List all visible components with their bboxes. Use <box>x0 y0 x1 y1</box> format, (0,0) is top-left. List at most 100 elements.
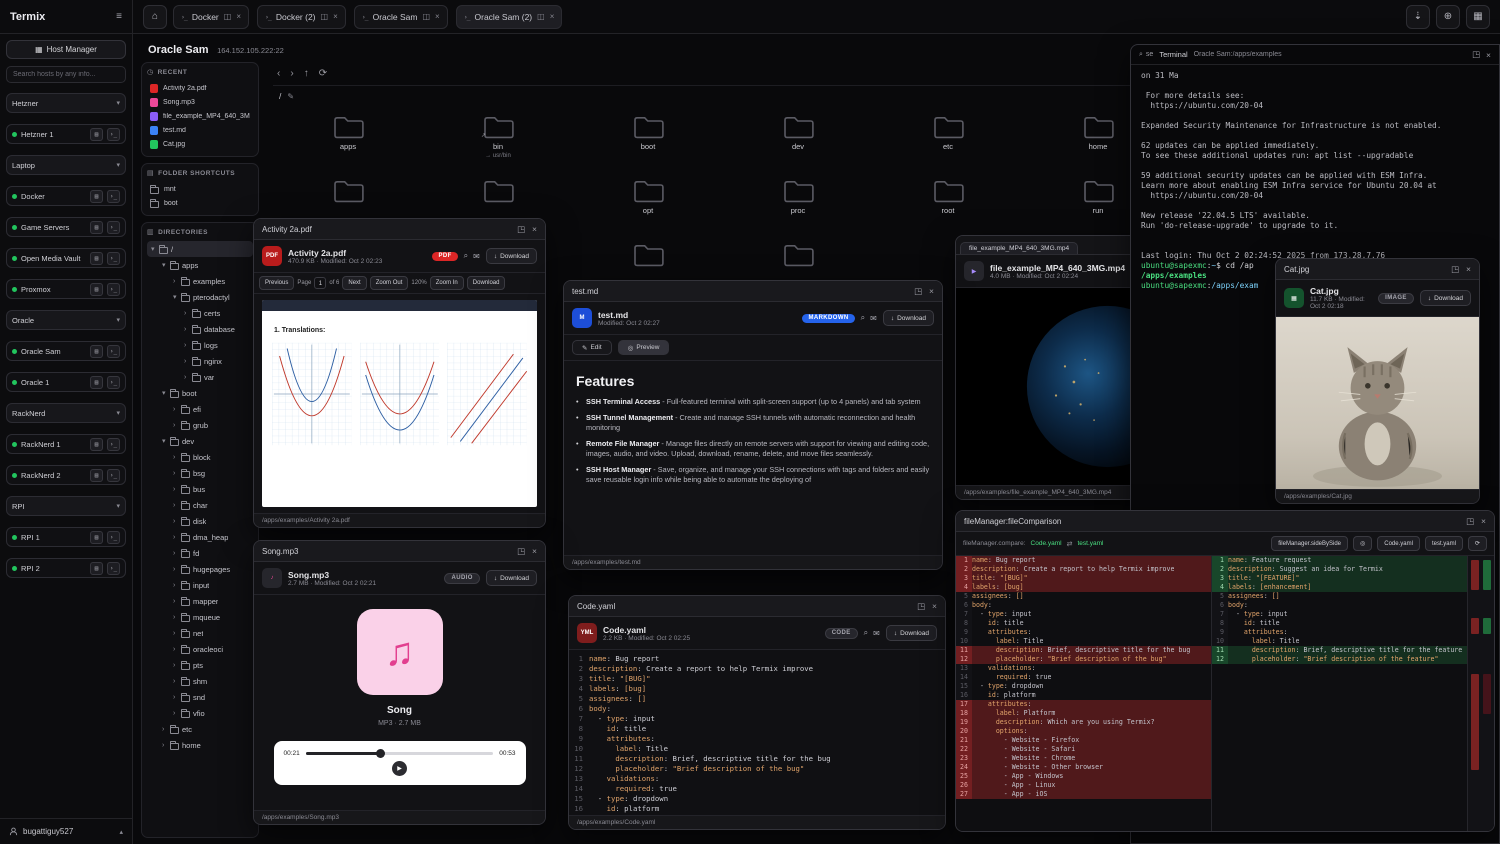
terminal-search[interactable]: ⌕ se <box>1139 51 1153 59</box>
play-button[interactable]: ▶ <box>392 761 407 776</box>
tree-item[interactable]: database <box>147 321 253 337</box>
updates-button[interactable]: ⇣ <box>1406 5 1430 29</box>
file-grid-item[interactable]: ↗ opt <box>573 174 723 238</box>
tree-item[interactable]: char <box>147 497 253 513</box>
next-page-button[interactable]: Next <box>342 276 366 290</box>
preview-tab[interactable]: ◎Preview <box>618 340 670 355</box>
host-connect-button[interactable]: ▤ <box>90 376 103 389</box>
sidebar-item[interactable]: Oracle ▾ ▤ ›_ <box>6 310 126 330</box>
tree-item[interactable]: nginx <box>147 353 253 369</box>
tree-item[interactable]: bsg <box>147 465 253 481</box>
sidebar-item[interactable]: Game Servers ▾ ▤ ›_ <box>6 217 126 237</box>
preview-icon[interactable]: ✉ <box>473 252 480 261</box>
close-icon[interactable]: × <box>1466 264 1471 274</box>
diff-editor[interactable]: 1name: Bug report 2description: Create a… <box>956 556 1494 831</box>
recent-file[interactable]: Cat.jpg <box>147 137 253 151</box>
tree-item[interactable]: logs <box>147 337 253 353</box>
share-icon[interactable]: ✉ <box>870 314 877 323</box>
recent-file[interactable]: test.md <box>147 123 253 137</box>
host-terminal-button[interactable]: ›_ <box>107 128 120 141</box>
file-grid-item[interactable]: ↗ root <box>873 174 1023 238</box>
close-icon[interactable]: × <box>929 286 934 296</box>
user-menu[interactable]: bugattiguy527 ▴ <box>0 818 132 844</box>
diff-right-pane[interactable]: 1name: Feature request 2description: Sug… <box>1212 556 1468 831</box>
recent-file[interactable]: Activity 2a.pdf <box>147 81 253 95</box>
sidebar-item[interactable]: Oracle 1 ▾ ▤ ›_ <box>6 372 126 392</box>
search-icon[interactable]: ⌕ <box>864 628 868 638</box>
sidebar-item[interactable]: RackNerd ▾ ▤ ›_ <box>6 403 126 423</box>
expand-icon[interactable]: ◳ <box>517 546 525 557</box>
markdown-preview[interactable]: Features SSH Terminal Access - Full-feat… <box>564 361 942 555</box>
split-icon[interactable]: ◫ <box>321 12 329 21</box>
tree-item[interactable]: var <box>147 369 253 385</box>
download-button[interactable]: ↓Download <box>883 310 934 326</box>
slider-thumb[interactable] <box>376 749 385 758</box>
tree-item[interactable]: dev <box>147 433 253 449</box>
sidebar-item[interactable]: Oracle Sam ▾ ▤ ›_ <box>6 341 126 361</box>
code-editor[interactable]: 1name: Bug report 2description: Create a… <box>569 650 945 815</box>
tree-item[interactable]: pterodactyl <box>147 289 253 305</box>
tree-item[interactable]: apps <box>147 257 253 273</box>
recent-file[interactable]: file_example_MP4_640_3MG... <box>147 109 253 123</box>
host-connect-button[interactable]: ▤ <box>90 345 103 358</box>
download-button[interactable]: ↓Download <box>886 625 937 641</box>
host-connect-button[interactable]: ▤ <box>90 469 103 482</box>
tree-item[interactable]: oracleoci <box>147 641 253 657</box>
host-terminal-button[interactable]: ›_ <box>107 252 120 265</box>
expand-icon[interactable]: ◳ <box>1451 264 1459 275</box>
left-file-button[interactable]: Code.yaml <box>1377 536 1420 551</box>
pdf-download-button[interactable]: Download <box>467 276 506 290</box>
diff-minimap[interactable] <box>1468 556 1494 831</box>
host-connect-button[interactable]: ▤ <box>90 252 103 265</box>
tab[interactable]: ›_ Docker (2) ◫ × <box>257 5 346 29</box>
host-terminal-button[interactable]: ›_ <box>107 562 120 575</box>
zoom-in-button[interactable]: Zoom In <box>430 276 464 290</box>
host-connect-button[interactable]: ▤ <box>90 531 103 544</box>
host-terminal-button[interactable]: ›_ <box>107 531 120 544</box>
file-grid-item[interactable]: ↗ etc <box>873 110 1023 174</box>
tree-item[interactable]: snd <box>147 689 253 705</box>
host-terminal-button[interactable]: ›_ <box>107 469 120 482</box>
sidebar-item[interactable]: Proxmox ▾ ▤ ›_ <box>6 279 126 299</box>
file-grid-item[interactable]: ↗ boot <box>573 110 723 174</box>
host-terminal-button[interactable]: ›_ <box>107 221 120 234</box>
file-grid-item[interactable]: ↗ proc <box>723 174 873 238</box>
sidebar-item[interactable]: RPI 1 ▾ ▤ ›_ <box>6 527 126 547</box>
admin-button[interactable]: ⊕ <box>1436 5 1460 29</box>
host-manager-button[interactable]: ▦ Host Manager <box>6 40 126 59</box>
tab[interactable]: ›_ Oracle Sam (2) ◫ × <box>456 5 563 29</box>
tree-item[interactable]: pts <box>147 657 253 673</box>
close-icon[interactable]: × <box>1486 50 1491 60</box>
tree-item[interactable]: / <box>147 241 253 257</box>
close-icon[interactable]: × <box>532 546 537 556</box>
sidebar-item[interactable]: Hetzner ▾ ▤ ›_ <box>6 93 126 113</box>
recent-file[interactable]: Song.mp3 <box>147 95 253 109</box>
edit-tab[interactable]: ✎Edit <box>572 340 612 355</box>
tree-item[interactable]: mqueue <box>147 609 253 625</box>
host-search-input[interactable] <box>6 66 126 83</box>
toggle-view-button[interactable]: ◎ <box>1353 536 1372 551</box>
host-terminal-button[interactable]: ›_ <box>107 376 120 389</box>
host-connect-button[interactable]: ▤ <box>90 562 103 575</box>
sidebar-item[interactable]: RPI 2 ▾ ▤ ›_ <box>6 558 126 578</box>
shortcut-folder[interactable]: mnt <box>147 182 253 196</box>
tree-item[interactable]: block <box>147 449 253 465</box>
file-grid-item[interactable]: ↗ apps <box>273 110 423 174</box>
tree-item[interactable]: examples <box>147 273 253 289</box>
host-terminal-button[interactable]: ›_ <box>107 283 120 296</box>
split-icon[interactable]: ◫ <box>422 12 430 21</box>
tree-item[interactable]: efi <box>147 401 253 417</box>
tree-item[interactable]: dma_heap <box>147 529 253 545</box>
download-button[interactable]: ↓Download <box>1420 290 1471 306</box>
split-icon[interactable]: ◫ <box>224 12 232 21</box>
shortcut-folder[interactable]: boot <box>147 196 253 210</box>
tree-item[interactable]: hugepages <box>147 561 253 577</box>
forward-button[interactable]: › <box>290 68 293 79</box>
tab[interactable]: ›_ Oracle Sam ◫ × <box>354 5 448 29</box>
sidebar-item[interactable]: RackNerd 1 ▾ ▤ ›_ <box>6 434 126 454</box>
expand-icon[interactable]: ◳ <box>914 286 922 297</box>
tree-item[interactable]: certs <box>147 305 253 321</box>
image-canvas[interactable] <box>1276 317 1479 489</box>
host-connect-button[interactable]: ▤ <box>90 283 103 296</box>
close-icon[interactable]: × <box>1481 516 1486 526</box>
